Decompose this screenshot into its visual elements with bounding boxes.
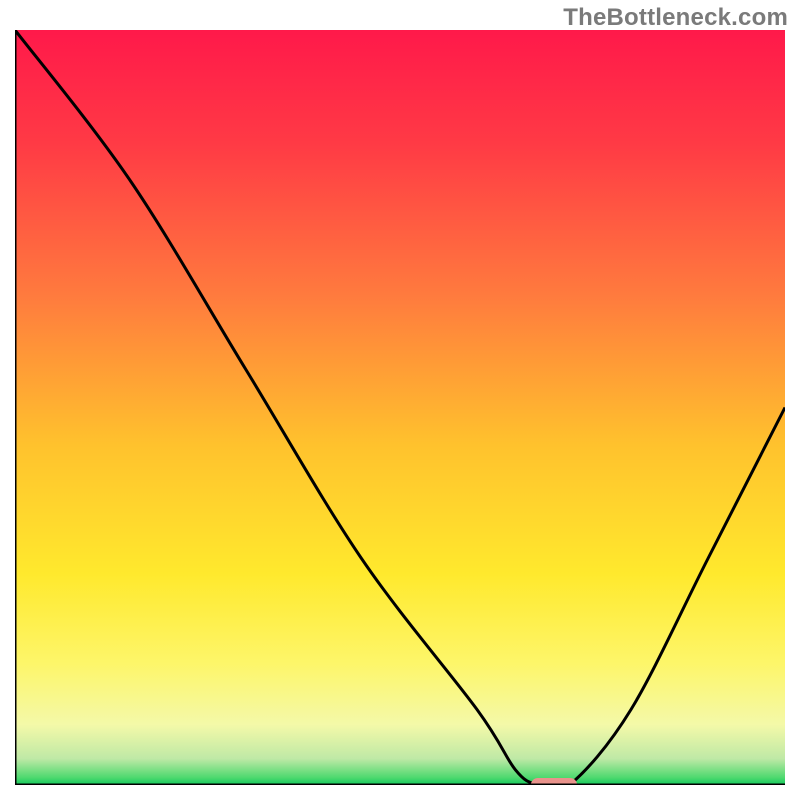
watermark-label: TheBottleneck.com: [563, 4, 788, 32]
plot-svg: [15, 30, 785, 785]
gradient-background: [15, 30, 785, 785]
bottleneck-plot: [15, 30, 785, 785]
chart-stage: TheBottleneck.com: [0, 0, 800, 800]
